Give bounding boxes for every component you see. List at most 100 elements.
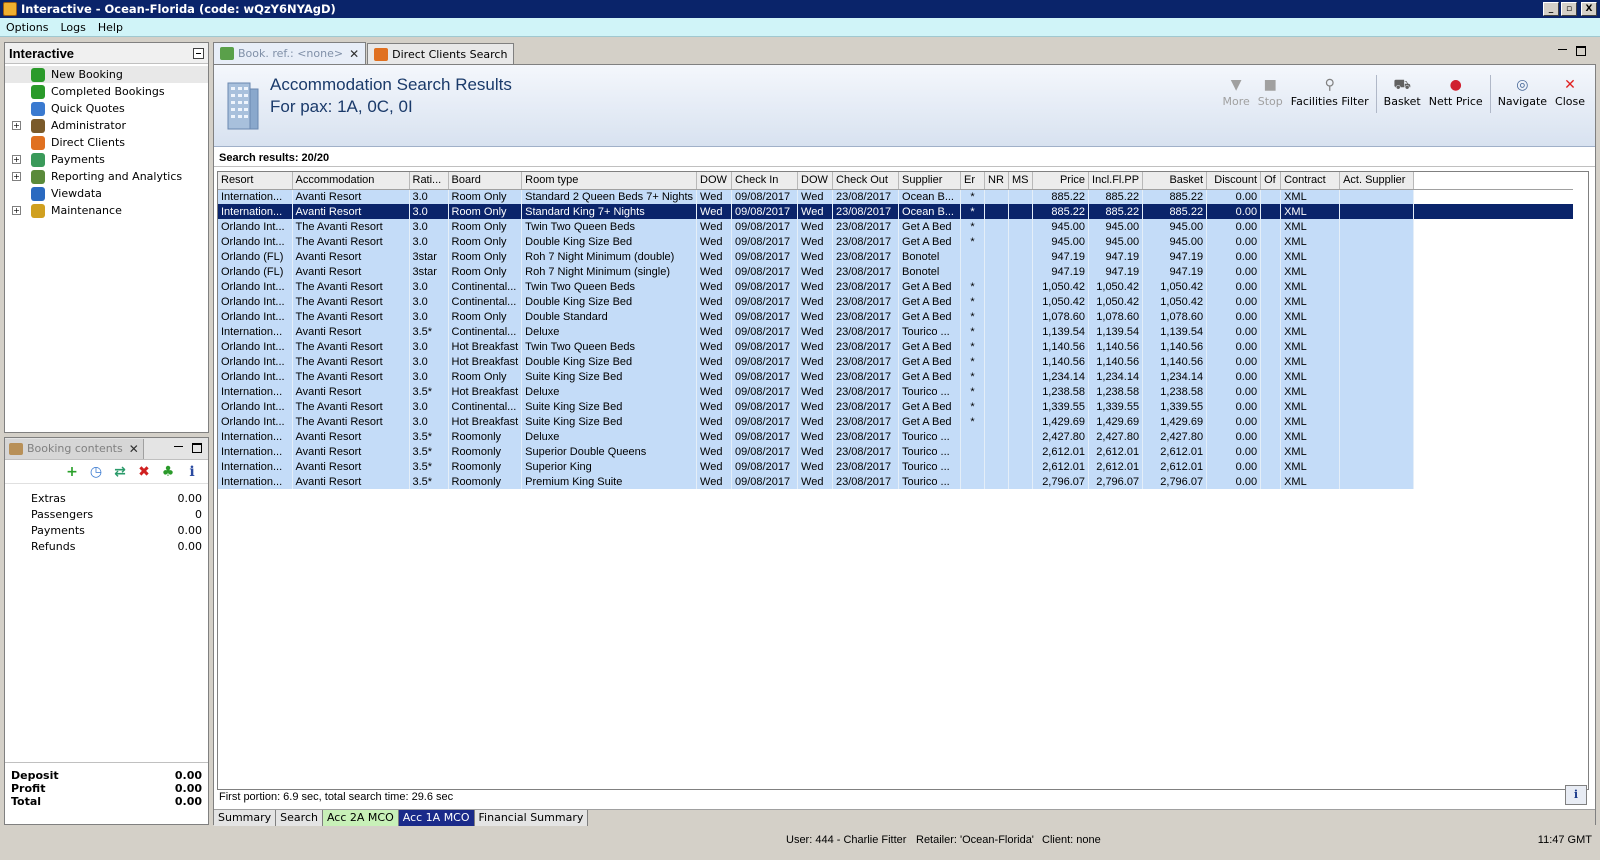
tab-acc-1a-mco[interactable]: Acc 1A MCO bbox=[398, 810, 475, 826]
table-row[interactable]: Internation... Avanti Resort 3.5* Continent… bbox=[218, 324, 1573, 339]
table-row[interactable]: Orlando (FL) Avanti Resort 3star Room Only R… bbox=[218, 249, 1573, 264]
expand-icon[interactable]: + bbox=[12, 155, 21, 164]
add-icon[interactable]: + bbox=[64, 464, 80, 480]
clock-icon[interactable]: ◷ bbox=[88, 464, 104, 480]
palm-tree-icon[interactable]: ♣ bbox=[160, 464, 176, 480]
delete-icon[interactable]: ✖ bbox=[136, 464, 152, 480]
table-row[interactable]: Internation... Avanti Resort 3.5* Roomonly S… bbox=[218, 444, 1573, 459]
column-header[interactable]: Of bbox=[1260, 172, 1282, 190]
table-row[interactable]: Orlando Int... The Avanti Resort 3.0 Hot Br… bbox=[218, 354, 1573, 369]
minimize-button[interactable]: _ bbox=[1543, 2, 1559, 16]
tab-acc-2a-mco[interactable]: Acc 2A MCO bbox=[322, 810, 399, 826]
table-cell: 09/08/2017 bbox=[731, 204, 799, 219]
main-maximize-button[interactable] bbox=[1576, 46, 1586, 56]
table-cell: 0.00 bbox=[1206, 219, 1262, 234]
restore-button[interactable]: ▫ bbox=[1561, 2, 1577, 16]
column-header[interactable]: DOW bbox=[696, 172, 733, 190]
nett-price-button[interactable]: ● Nett Price bbox=[1425, 75, 1487, 108]
close-results-button[interactable]: ✕ Close bbox=[1551, 75, 1589, 108]
table-cell: * bbox=[960, 219, 986, 234]
table-row[interactable]: Orlando Int... The Avanti Resort 3.0 Hot Br… bbox=[218, 339, 1573, 354]
table-row[interactable]: Orlando Int... The Avanti Resort 3.0 Hot Br… bbox=[218, 414, 1573, 429]
menu-logs[interactable]: Logs bbox=[54, 21, 91, 34]
tab-summary[interactable]: Summary bbox=[214, 810, 277, 826]
column-header[interactable]: Rati... bbox=[409, 172, 449, 190]
table-row[interactable]: Orlando Int... The Avanti Resort 3.0 Room O… bbox=[218, 309, 1573, 324]
expand-icon[interactable]: + bbox=[12, 172, 21, 181]
table-row[interactable]: Orlando Int... The Avanti Resort 3.0 Room O… bbox=[218, 234, 1573, 249]
collapse-panel-button[interactable] bbox=[193, 47, 204, 59]
column-header[interactable]: Resort bbox=[218, 172, 293, 190]
panel-minimize-button[interactable] bbox=[174, 443, 184, 453]
nav-item-administrator[interactable]: + Administrator bbox=[5, 117, 208, 134]
nav-item-maintenance[interactable]: + Maintenance bbox=[5, 202, 208, 219]
table-cell: Avanti Resort bbox=[292, 204, 410, 219]
column-header[interactable]: Price bbox=[1032, 172, 1090, 190]
column-header[interactable]: Check In bbox=[731, 172, 799, 190]
menu-options[interactable]: Options bbox=[0, 21, 54, 34]
tab-booking-ref[interactable]: Book. ref.: <none> ✕ bbox=[213, 42, 367, 64]
column-header[interactable]: Board bbox=[448, 172, 523, 190]
table-row[interactable]: Orlando Int... The Avanti Resort 3.0 Room O… bbox=[218, 369, 1573, 384]
results-grid[interactable]: Resort Accommodation Rati... Board Room type… bbox=[217, 171, 1589, 790]
column-header[interactable]: Er bbox=[960, 172, 986, 190]
column-header[interactable]: MS bbox=[1008, 172, 1034, 190]
nav-item-direct-clients[interactable]: Direct Clients bbox=[5, 134, 208, 151]
booking-contents-tab[interactable]: Booking contents ✕ bbox=[5, 438, 144, 459]
stop-button[interactable]: ■ Stop bbox=[1254, 75, 1287, 108]
panel-maximize-button[interactable] bbox=[192, 443, 202, 453]
table-row[interactable]: Orlando Int... The Avanti Resort 3.0 Contin… bbox=[218, 399, 1573, 414]
column-header[interactable]: Incl.Fl.PP bbox=[1088, 172, 1144, 190]
tab-financial-summary[interactable]: Financial Summary bbox=[474, 810, 589, 826]
table-row[interactable]: Internation... Avanti Resort 3.0 Room Only S… bbox=[218, 204, 1573, 219]
table-row[interactable]: Internation... Avanti Resort 3.5* Hot Break… bbox=[218, 384, 1573, 399]
main-minimize-button[interactable] bbox=[1558, 46, 1568, 56]
column-header[interactable]: Act. Supplier bbox=[1339, 172, 1415, 190]
table-row[interactable]: Internation... Avanti Resort 3.5* Roomonly P… bbox=[218, 474, 1573, 489]
table-row[interactable]: Orlando Int... The Avanti Resort 3.0 Contin… bbox=[218, 279, 1573, 294]
expand-icon[interactable]: + bbox=[12, 206, 21, 215]
column-header[interactable]: Room type bbox=[521, 172, 698, 190]
nav-item-quick-quotes[interactable]: Quick Quotes bbox=[5, 100, 208, 117]
column-header[interactable]: Contract bbox=[1280, 172, 1341, 190]
column-header[interactable]: NR bbox=[984, 172, 1010, 190]
tab-direct-clients-search[interactable]: Direct Clients Search bbox=[367, 43, 515, 64]
table-row[interactable]: Orlando Int... The Avanti Resort 3.0 Room O… bbox=[218, 219, 1573, 234]
column-header[interactable]: Basket bbox=[1142, 172, 1208, 190]
nav-item-reporting-and-analytics[interactable]: + Reporting and Analytics bbox=[5, 168, 208, 185]
close-tab-icon[interactable]: ✕ bbox=[129, 442, 139, 456]
facilities-filter-button[interactable]: ⚲ Facilities Filter bbox=[1287, 75, 1373, 108]
close-tab-icon[interactable]: ✕ bbox=[349, 47, 359, 61]
window-title-bar[interactable]: Interactive - Ocean-Florida (code: wQzY6… bbox=[0, 0, 1600, 18]
menu-help[interactable]: Help bbox=[92, 21, 129, 34]
nav-item-new-booking[interactable]: New Booking bbox=[5, 66, 208, 83]
table-cell: Wed bbox=[797, 459, 834, 474]
swap-icon[interactable]: ⇄ bbox=[112, 464, 128, 480]
tab-search[interactable]: Search bbox=[276, 810, 323, 826]
table-cell: Wed bbox=[696, 309, 733, 324]
table-cell: 3.0 bbox=[409, 294, 449, 309]
column-header[interactable]: Discount bbox=[1206, 172, 1262, 190]
navigate-button[interactable]: ◎ Navigate bbox=[1494, 75, 1551, 108]
table-row[interactable]: Orlando (FL) Avanti Resort 3star Room Only R… bbox=[218, 264, 1573, 279]
nav-item-viewdata[interactable]: Viewdata bbox=[5, 185, 208, 202]
column-header[interactable]: DOW bbox=[797, 172, 834, 190]
table-row[interactable]: Internation... Avanti Resort 3.5* Roomonly D… bbox=[218, 429, 1573, 444]
table-cell: 23/08/2017 bbox=[832, 369, 900, 384]
more-button[interactable]: ▼ More bbox=[1218, 75, 1253, 108]
table-row[interactable]: Internation... Avanti Resort 3.0 Room Only S… bbox=[218, 189, 1573, 204]
nav-item-payments[interactable]: + Payments bbox=[5, 151, 208, 168]
table-row[interactable]: Internation... Avanti Resort 3.5* Roomonly S… bbox=[218, 459, 1573, 474]
column-header[interactable]: Supplier bbox=[898, 172, 962, 190]
nav-item-completed-bookings[interactable]: Completed Bookings bbox=[5, 83, 208, 100]
column-header[interactable]: Accommodation bbox=[292, 172, 410, 190]
info-icon[interactable]: i bbox=[184, 464, 200, 480]
window-close-button[interactable]: X bbox=[1581, 2, 1597, 16]
info-button[interactable]: i bbox=[1565, 785, 1587, 805]
table-cell: XML bbox=[1280, 384, 1341, 399]
expand-icon[interactable]: + bbox=[12, 121, 21, 130]
basket-button[interactable]: ⛟ Basket bbox=[1380, 75, 1425, 108]
table-row[interactable]: Orlando Int... The Avanti Resort 3.0 Contin… bbox=[218, 294, 1573, 309]
column-header[interactable]: Check Out bbox=[832, 172, 900, 190]
table-cell: Wed bbox=[696, 324, 733, 339]
